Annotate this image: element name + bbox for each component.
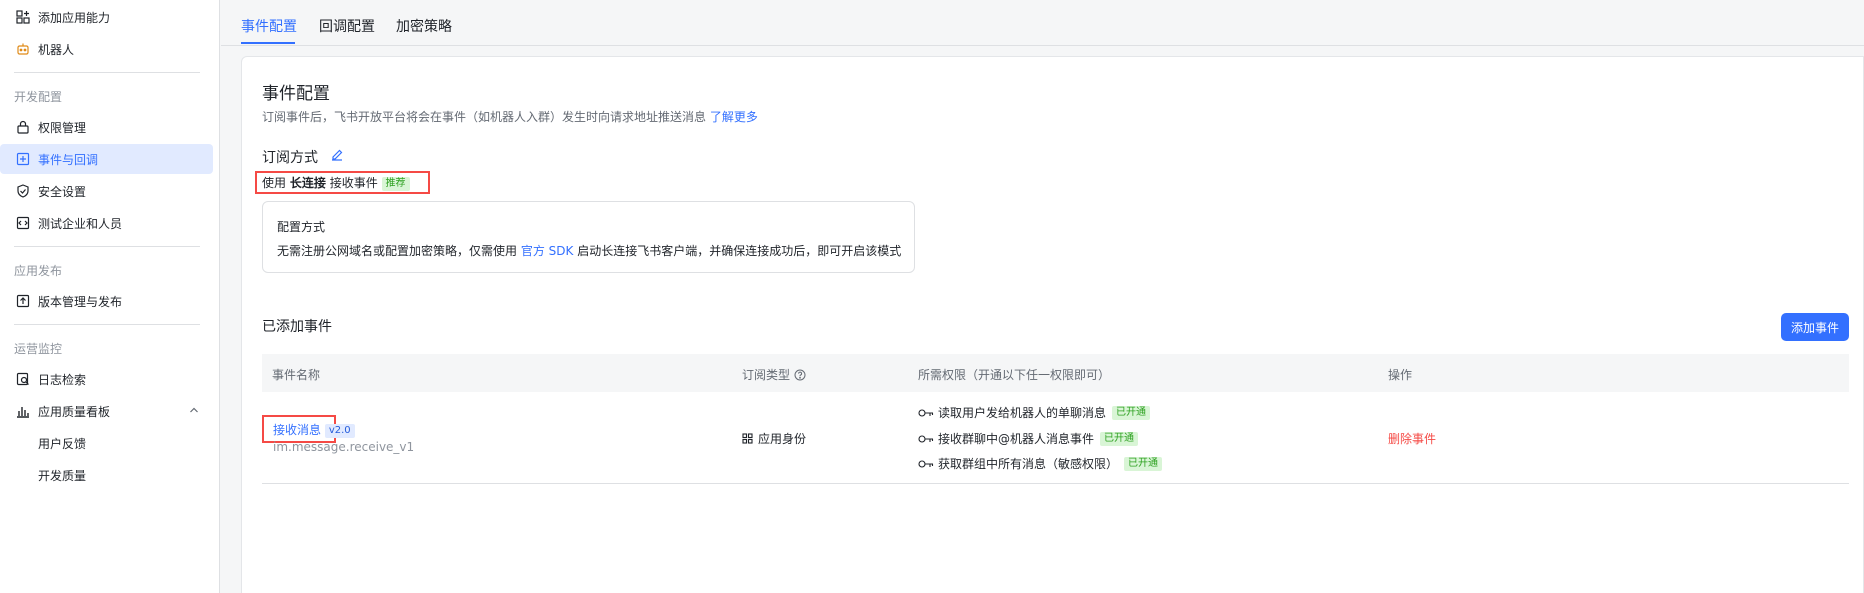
divider: [14, 324, 200, 325]
sidebar-item-label: 日志检索: [38, 372, 87, 387]
upload-box-icon: [16, 294, 30, 308]
sidebar: 添加应用能力 机器人 开发配置 权限管理 事件与回调 安全设置 测试企业和人员 …: [0, 0, 220, 593]
sidebar-item-logs[interactable]: 日志检索: [0, 364, 213, 394]
code-box-icon: [16, 216, 30, 230]
sidebar-item-quality-board[interactable]: 应用质量看板: [0, 396, 213, 426]
column-header-permissions: 所需权限（开通以下任一权限即可）: [918, 368, 1111, 382]
tab-callback-config[interactable]: 回调配置: [319, 16, 375, 36]
edit-icon[interactable]: [330, 148, 344, 162]
tab-event-config[interactable]: 事件配置: [241, 16, 297, 36]
tab-encryption[interactable]: 加密策略: [396, 16, 452, 36]
delete-event-button[interactable]: 删除事件: [1388, 430, 1436, 447]
column-header-type: 订阅类型: [742, 366, 806, 383]
help-circle-icon[interactable]: [794, 369, 806, 381]
method-suffix: 接收事件: [329, 176, 378, 190]
key-icon: [918, 434, 934, 443]
config-info-box: 配置方式 无需注册公网域名或配置加密策略，仅需使用 官方 SDK 启动长连接飞书…: [262, 201, 915, 273]
permission-item: 读取用户发给机器人的单聊消息 已开通: [918, 404, 1151, 421]
robot-icon: [16, 42, 30, 56]
key-icon: [918, 459, 934, 468]
main-content: 事件配置 回调配置 加密策略 事件配置 订阅事件后，飞书开放平台将会在事件（如机…: [221, 0, 1864, 593]
sidebar-item-user-feedback[interactable]: 用户反馈: [0, 428, 213, 458]
info-text-part2: 启动长连接飞书客户端，并确保连接成功后，即可开启该模式: [577, 244, 902, 258]
divider: [14, 246, 200, 247]
log-search-icon: [16, 372, 30, 386]
table-header: 事件名称 订阅类型 所需权限（开通以下任一权限即可） 操作: [262, 354, 1849, 392]
subscription-method-value: 使用 长连接 接收事件 推荐: [262, 174, 410, 191]
permission-label: 获取群组中所有消息（敏感权限）: [938, 457, 1119, 471]
column-header-action: 操作: [1388, 368, 1413, 382]
row-divider: [262, 483, 1849, 484]
sidebar-item-label: 应用质量看板: [38, 404, 111, 419]
column-header-type-label: 订阅类型: [742, 368, 791, 382]
nav-group-title: 应用发布: [14, 264, 63, 278]
add-event-button[interactable]: 添加事件: [1781, 313, 1849, 341]
key-icon: [918, 408, 934, 417]
sidebar-item-security[interactable]: 安全设置: [0, 176, 213, 206]
sidebar-item-events[interactable]: 事件与回调: [0, 144, 213, 174]
page-title: 事件配置: [262, 84, 330, 104]
description-text: 订阅事件后，飞书开放平台将会在事件（如机器人入群）发生时向请求地址推送消息: [262, 110, 707, 124]
sidebar-item-label: 机器人: [38, 42, 75, 57]
divider: [14, 72, 200, 73]
event-icon: [16, 152, 30, 166]
page-description: 订阅事件后，飞书开放平台将会在事件（如机器人入群）发生时向请求地址推送消息 了解…: [262, 108, 758, 125]
lock-icon: [16, 120, 30, 134]
bar-chart-icon: [16, 404, 30, 418]
tab-bar: 事件配置 回调配置 加密策略: [221, 0, 1864, 46]
sidebar-item-label: 测试企业和人员: [38, 216, 123, 231]
permission-status-badge: 已开通: [1124, 456, 1163, 471]
learn-more-link[interactable]: 了解更多: [710, 110, 758, 124]
event-code: im.message.receive_v1: [273, 440, 415, 454]
permission-status-badge: 已开通: [1112, 405, 1151, 420]
sidebar-item-robot[interactable]: 机器人: [0, 34, 213, 64]
chevron-up-icon[interactable]: [189, 405, 199, 415]
method-prefix: 使用: [262, 176, 287, 190]
version-badge: v2.0: [324, 423, 355, 438]
column-header-name: 事件名称: [272, 368, 321, 382]
event-name-link[interactable]: 接收消息: [273, 423, 321, 437]
sidebar-item-label: 开发质量: [38, 468, 87, 483]
sidebar-item-label: 权限管理: [38, 120, 87, 135]
official-sdk-link[interactable]: 官方 SDK: [521, 244, 574, 258]
sidebar-item-label: 用户反馈: [38, 436, 87, 451]
added-events-title: 已添加事件: [262, 319, 332, 335]
subscription-method-title: 订阅方式: [262, 150, 318, 166]
active-tab-indicator: [241, 42, 295, 44]
sidebar-item-label: 事件与回调: [38, 152, 99, 167]
method-type: 长连接: [289, 176, 326, 190]
sidebar-item-test-tenant[interactable]: 测试企业和人员: [0, 208, 213, 238]
event-config-card: 事件配置 订阅事件后，飞书开放平台将会在事件（如机器人入群）发生时向请求地址推送…: [241, 56, 1864, 593]
sidebar-item-dev-quality[interactable]: 开发质量: [0, 460, 213, 490]
subscription-type-label: 应用身份: [758, 432, 807, 446]
sidebar-item-label: 版本管理与发布: [38, 294, 123, 309]
permission-item: 接收群聊中@机器人消息事件 已开通: [918, 430, 1139, 447]
sidebar-item-add-capability[interactable]: 添加应用能力: [0, 2, 213, 32]
sidebar-item-versions[interactable]: 版本管理与发布: [0, 286, 213, 316]
info-title: 配置方式: [277, 220, 326, 234]
permission-item: 获取群组中所有消息（敏感权限） 已开通: [918, 455, 1163, 472]
permission-status-badge: 已开通: [1100, 431, 1139, 446]
permission-label: 读取用户发给机器人的单聊消息: [938, 406, 1107, 420]
table-row-name: 接收消息 v2.0: [273, 421, 355, 438]
nav-group-title: 运营监控: [14, 342, 63, 356]
recommend-badge: 推荐: [381, 176, 410, 191]
app-grid-icon: [742, 433, 753, 444]
subscription-type: 应用身份: [742, 430, 806, 447]
nav-group-title: 开发配置: [14, 90, 63, 104]
permission-label: 接收群聊中@机器人消息事件: [938, 432, 1095, 446]
sidebar-item-permissions[interactable]: 权限管理: [0, 112, 213, 142]
grid-plus-icon: [16, 10, 30, 24]
shield-check-icon: [16, 184, 30, 198]
sidebar-item-label: 安全设置: [38, 184, 87, 199]
info-text-part1: 无需注册公网域名或配置加密策略，仅需使用: [277, 244, 518, 258]
sidebar-item-label: 添加应用能力: [38, 10, 111, 25]
info-text: 无需注册公网域名或配置加密策略，仅需使用 官方 SDK 启动长连接飞书客户端，并…: [277, 242, 901, 259]
